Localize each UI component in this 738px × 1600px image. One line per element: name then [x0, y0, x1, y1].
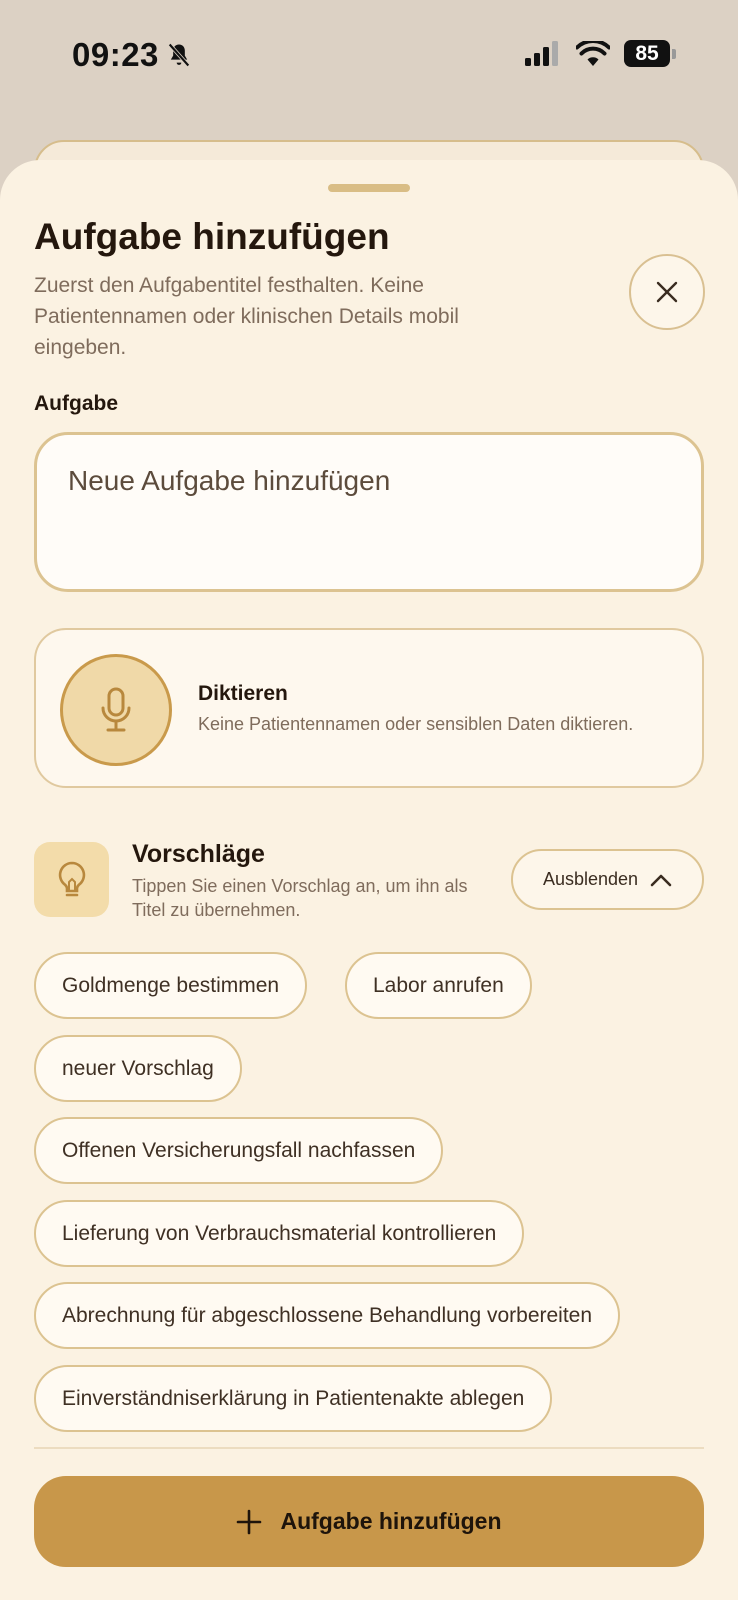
close-button[interactable] [629, 254, 705, 330]
wifi-icon [576, 40, 610, 66]
clock-text: 09:23 [72, 36, 159, 73]
status-bar: 09:23 85 [0, 0, 738, 110]
close-icon [656, 281, 678, 303]
hide-suggestions-button[interactable]: Ausblenden [511, 849, 704, 910]
suggestions-subtitle: Tippen Sie einen Vorschlag an, um ihn al… [132, 876, 468, 920]
hide-suggestions-label: Ausblenden [542, 869, 639, 889]
battery-tip [672, 48, 676, 59]
signal-icon [525, 40, 558, 66]
add-task-label: Aufgabe hinzufügen [280, 1508, 502, 1534]
suggestion-chip[interactable]: Lieferung von Verbrauchsmaterial kontrol… [34, 1200, 525, 1267]
suggestions-icon-box [34, 842, 109, 917]
suggestion-chip[interactable]: neuer Vorschlag [34, 1035, 242, 1102]
suggestion-chip[interactable]: Einverständniserklärung in Patientenakte… [34, 1365, 553, 1432]
add-task-button[interactable]: Aufgabe hinzufügen [34, 1476, 704, 1567]
sheet-grabber[interactable] [328, 184, 410, 192]
battery-level: 85 [624, 40, 670, 67]
suggestion-chip[interactable]: Offenen Versicherungsfall nachfassen [34, 1117, 444, 1184]
dictate-title: Diktieren [198, 682, 288, 705]
add-task-sheet: Aufgabe hinzufügen Zuerst den Aufgabenti… [0, 160, 738, 1600]
chevron-up-icon [650, 874, 672, 886]
suggestion-chip[interactable]: Labor anrufen [345, 952, 532, 1019]
suggestions-title: Vorschläge [132, 840, 265, 868]
task-title-input[interactable] [34, 432, 704, 592]
microphone-icon [101, 687, 131, 732]
status-time: 09:23 [72, 36, 193, 74]
dictate-button[interactable] [60, 654, 172, 766]
task-field-label: Aufgabe [34, 392, 118, 415]
plus-icon [237, 1509, 262, 1534]
status-icons: 85 [524, 40, 676, 67]
bell-muted-icon [168, 43, 190, 67]
sheet-title: Aufgabe hinzufügen [34, 216, 390, 257]
sheet-subtitle: Zuerst den Aufgabentitel festhalten. Kei… [34, 274, 459, 359]
dictate-card[interactable]: Diktieren Keine Patientennamen oder sens… [34, 628, 704, 788]
battery-indicator: 85 [624, 40, 676, 67]
suggestion-chip[interactable]: Abrechnung für abgeschlossene Behandlung… [34, 1282, 621, 1349]
lightbulb-icon [58, 861, 85, 896]
dictate-subtitle: Keine Patientennamen oder sensiblen Date… [198, 714, 634, 734]
divider [34, 1447, 704, 1449]
suggestion-chip[interactable]: Goldmenge bestimmen [34, 952, 308, 1019]
